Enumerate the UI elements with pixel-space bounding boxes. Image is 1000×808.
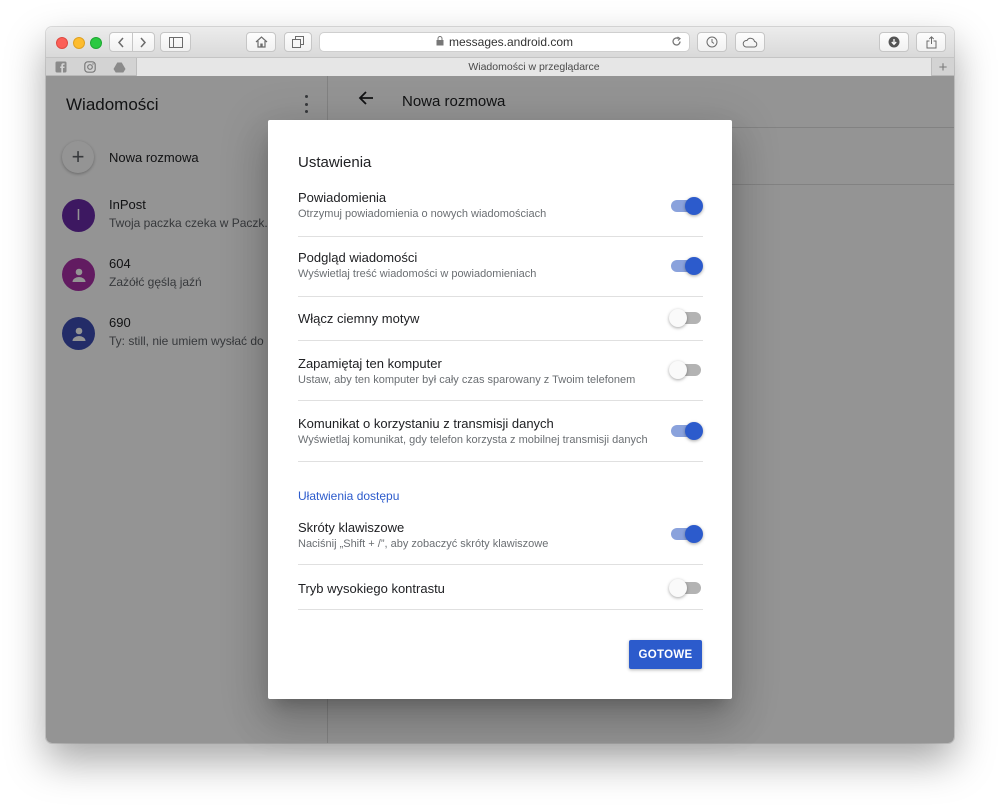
divider <box>298 340 703 341</box>
dialog-title: Ustawienia <box>298 154 372 171</box>
cloud-tabs-button[interactable] <box>735 32 765 52</box>
reload-icon[interactable] <box>671 35 682 50</box>
home-button[interactable] <box>246 32 276 52</box>
divider <box>298 236 703 237</box>
sidebar-toggle-button[interactable] <box>160 32 191 52</box>
setting-description: Naciśnij „Shift + /”, aby zobaczyć skrót… <box>298 538 549 550</box>
divider <box>298 564 703 565</box>
setting-notifications[interactable]: Powiadomienia Otrzymuj powiadomienia o n… <box>298 188 703 238</box>
setting-data-usage-alert[interactable]: Komunikat o korzystaniu z transmisji dan… <box>298 414 703 464</box>
settings-dialog: Ustawienia Powiadomienia Otrzymuj powiad… <box>268 120 732 699</box>
url-text: messages.android.com <box>448 35 574 49</box>
divider <box>298 400 703 401</box>
setting-description: Ustaw, aby ten komputer był cały czas sp… <box>298 374 636 386</box>
accessibility-section-header: Ułatwienia dostępu <box>298 489 400 503</box>
facebook-icon[interactable] <box>50 59 72 75</box>
downloads-button[interactable] <box>879 32 909 52</box>
minimize-window-button[interactable] <box>73 37 85 49</box>
setting-description: Wyświetlaj treść wiadomości w powiadomie… <box>298 268 537 280</box>
close-window-button[interactable] <box>56 37 68 49</box>
new-tab-button[interactable]: + <box>932 58 954 76</box>
history-button[interactable] <box>697 32 727 52</box>
divider <box>298 296 703 297</box>
setting-label: Skróty klawiszowe <box>298 520 405 535</box>
instagram-icon[interactable] <box>79 59 101 75</box>
google-drive-icon[interactable] <box>108 59 130 75</box>
setting-label: Powiadomienia <box>298 190 387 205</box>
setting-remember-computer[interactable]: Zapamiętaj ten komputer Ustaw, aby ten k… <box>298 354 703 404</box>
browser-toolbar: messages.android.com <box>46 27 954 58</box>
tab-bar: Wiadomości w przeglądarce + <box>46 58 954 76</box>
back-nav-button[interactable] <box>110 33 132 51</box>
share-button[interactable] <box>916 32 946 52</box>
remember-computer-toggle[interactable] <box>669 360 703 380</box>
tabs-overview-button[interactable] <box>284 32 312 52</box>
setting-description: Otrzymuj powiadomienia o nowych wiadomoś… <box>298 208 547 220</box>
setting-label: Zapamiętaj ten komputer <box>298 356 442 371</box>
divider <box>298 609 703 610</box>
setting-label: Włącz ciemny motyw <box>298 311 420 326</box>
notifications-toggle[interactable] <box>669 196 703 216</box>
address-bar[interactable]: messages.android.com <box>319 32 690 52</box>
tab-messages[interactable]: Wiadomości w przeglądarce <box>136 58 932 76</box>
setting-high-contrast[interactable]: Tryb wysokiego kontrastu <box>298 578 703 612</box>
data-usage-alert-toggle[interactable] <box>669 421 703 441</box>
setting-message-preview[interactable]: Podgląd wiadomości Wyświetlaj treść wiad… <box>298 248 703 298</box>
setting-label: Tryb wysokiego kontrastu <box>298 581 445 596</box>
setting-keyboard-shortcuts[interactable]: Skróty klawiszowe Naciśnij „Shift + /”, … <box>298 518 703 568</box>
setting-description: Wyświetlaj komunikat, gdy telefon korzys… <box>298 434 648 446</box>
message-preview-toggle[interactable] <box>669 256 703 276</box>
done-button[interactable]: GOTOWE <box>629 640 702 669</box>
history-nav <box>109 32 155 52</box>
lock-icon <box>436 35 444 49</box>
dark-theme-toggle[interactable] <box>669 308 703 328</box>
setting-label: Komunikat o korzystaniu z transmisji dan… <box>298 416 554 431</box>
forward-nav-button[interactable] <box>131 33 154 51</box>
zoom-window-button[interactable] <box>90 37 102 49</box>
setting-label: Podgląd wiadomości <box>298 250 418 265</box>
high-contrast-toggle[interactable] <box>669 578 703 598</box>
setting-dark-theme[interactable]: Włącz ciemny motyw <box>298 308 703 342</box>
keyboard-shortcuts-toggle[interactable] <box>669 524 703 544</box>
divider <box>298 461 703 462</box>
tab-title: Wiadomości w przeglądarce <box>468 61 600 73</box>
